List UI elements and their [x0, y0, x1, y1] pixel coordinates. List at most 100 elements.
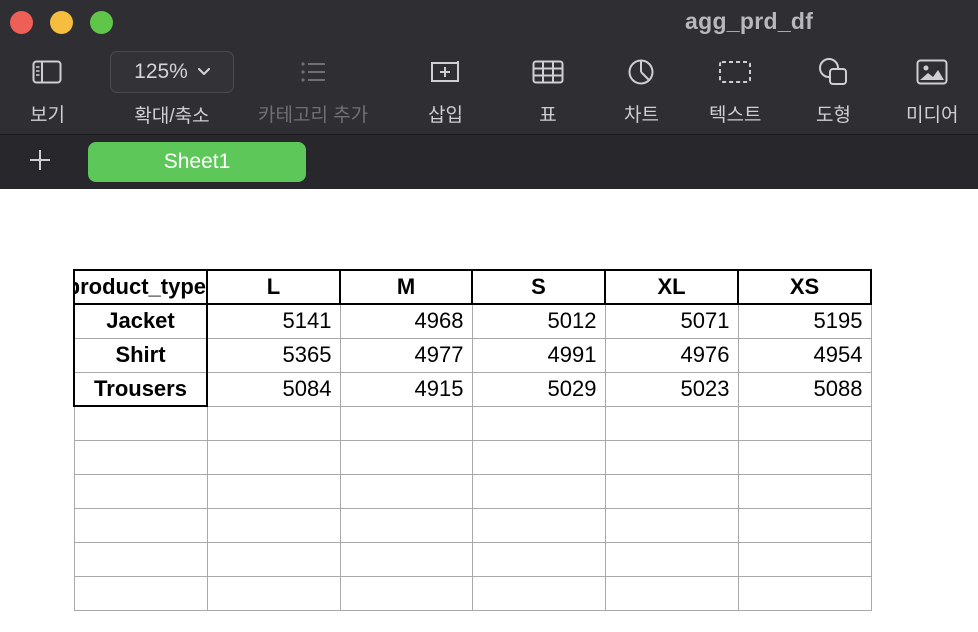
- empty-cell[interactable]: [206, 507, 341, 543]
- view-button[interactable]: 보기: [30, 52, 65, 127]
- plus-icon: [27, 150, 53, 177]
- empty-cell[interactable]: [471, 575, 606, 611]
- empty-cell[interactable]: [339, 541, 473, 577]
- empty-cell[interactable]: [73, 473, 208, 509]
- close-window-button[interactable]: [10, 11, 33, 34]
- empty-cell[interactable]: [604, 541, 739, 577]
- table-cell[interactable]: 5141: [206, 303, 341, 339]
- empty-cell[interactable]: [339, 439, 473, 475]
- table-cell[interactable]: 5365: [206, 337, 341, 373]
- empty-row: [73, 405, 872, 441]
- row-header-cell[interactable]: Shirt: [73, 337, 208, 373]
- header-cell[interactable]: S: [471, 269, 606, 305]
- empty-cell[interactable]: [737, 575, 872, 611]
- shape-label: 도형: [816, 105, 851, 126]
- table-cell[interactable]: 5088: [737, 371, 872, 407]
- text-label: 텍스트: [709, 105, 762, 126]
- add-category-button[interactable]: 카테고리 추가: [258, 52, 368, 127]
- view-label: 보기: [30, 105, 65, 126]
- empty-cell[interactable]: [471, 405, 606, 441]
- empty-cell[interactable]: [604, 473, 739, 509]
- table-icon: [532, 52, 564, 92]
- table-cell[interactable]: 4977: [339, 337, 473, 373]
- insert-button[interactable]: 삽입: [428, 52, 463, 127]
- textbox-icon: [718, 52, 752, 92]
- header-cell[interactable]: XL: [604, 269, 739, 305]
- add-sheet-button[interactable]: [27, 147, 53, 173]
- empty-cell[interactable]: [339, 405, 473, 441]
- table-cell[interactable]: 5084: [206, 371, 341, 407]
- table-cell[interactable]: 5029: [471, 371, 606, 407]
- empty-cell[interactable]: [206, 405, 341, 441]
- empty-cell[interactable]: [339, 575, 473, 611]
- chevron-down-icon: [197, 63, 210, 81]
- text-button[interactable]: 텍스트: [709, 52, 761, 127]
- shape-button[interactable]: 도형: [816, 52, 851, 127]
- zoom-value: 125%: [134, 60, 188, 83]
- maximize-window-button[interactable]: [90, 11, 113, 34]
- zoom-dropdown[interactable]: 125%: [110, 51, 234, 93]
- empty-cell[interactable]: [604, 575, 739, 611]
- empty-cell[interactable]: [339, 507, 473, 543]
- header-cell[interactable]: product_type: [73, 269, 208, 305]
- empty-cell[interactable]: [73, 541, 208, 577]
- table-cell[interactable]: 5195: [737, 303, 872, 339]
- empty-cell[interactable]: [471, 541, 606, 577]
- pie-chart-icon: [627, 52, 655, 92]
- empty-cell[interactable]: [206, 473, 341, 509]
- table-cell[interactable]: 4954: [737, 337, 872, 373]
- empty-cell[interactable]: [206, 541, 341, 577]
- row-header-cell[interactable]: Trousers: [73, 371, 208, 407]
- table-button[interactable]: 표: [532, 52, 564, 127]
- table-cell[interactable]: 4991: [471, 337, 606, 373]
- empty-cell[interactable]: [737, 541, 872, 577]
- empty-row: [73, 507, 872, 543]
- table-cell[interactable]: 4915: [339, 371, 473, 407]
- table-cell[interactable]: 4976: [604, 337, 739, 373]
- empty-cell[interactable]: [73, 507, 208, 543]
- empty-cell[interactable]: [73, 405, 208, 441]
- empty-cell[interactable]: [471, 507, 606, 543]
- table-label: 표: [539, 105, 557, 126]
- add-category-label: 카테고리 추가: [258, 105, 369, 126]
- empty-row: [73, 575, 872, 611]
- data-table[interactable]: product_type L M S XL XS Jacket 5141 496…: [73, 269, 872, 611]
- empty-cell[interactable]: [737, 439, 872, 475]
- empty-cell[interactable]: [339, 473, 473, 509]
- empty-cell[interactable]: [471, 439, 606, 475]
- empty-cell[interactable]: [471, 473, 606, 509]
- empty-cell[interactable]: [604, 439, 739, 475]
- table-cell[interactable]: 5023: [604, 371, 739, 407]
- header-cell[interactable]: XS: [737, 269, 872, 305]
- empty-cell[interactable]: [737, 405, 872, 441]
- window-title: agg_prd_df: [685, 8, 814, 34]
- header-cell[interactable]: L: [206, 269, 341, 305]
- empty-cell[interactable]: [604, 507, 739, 543]
- empty-row: [73, 439, 872, 475]
- empty-cell[interactable]: [604, 405, 739, 441]
- sheet-tab-sheet1[interactable]: Sheet1: [88, 142, 306, 182]
- header-cell-label: product_type: [75, 274, 206, 299]
- numbers-window: agg_prd_df 보기 125% 확대/축소 카테고리 추가 삽입 표 차트…: [0, 0, 978, 632]
- media-label: 미디어: [906, 105, 959, 126]
- empty-cell[interactable]: [73, 439, 208, 475]
- minimize-window-button[interactable]: [50, 11, 73, 34]
- table-cell[interactable]: 5071: [604, 303, 739, 339]
- empty-cell[interactable]: [737, 473, 872, 509]
- empty-cell[interactable]: [73, 575, 208, 611]
- header-cell[interactable]: M: [339, 269, 473, 305]
- empty-cell[interactable]: [737, 507, 872, 543]
- empty-cell[interactable]: [206, 439, 341, 475]
- row-header-cell[interactable]: Jacket: [73, 303, 208, 339]
- chart-button[interactable]: 차트: [624, 52, 659, 127]
- sheet-tab-bar: Sheet1: [0, 135, 978, 189]
- empty-cell[interactable]: [206, 575, 341, 611]
- table-cell[interactable]: 5012: [471, 303, 606, 339]
- table-cell[interactable]: 4968: [339, 303, 473, 339]
- sidebar-icon: [32, 52, 62, 92]
- header-row: product_type L M S XL XS: [73, 269, 872, 305]
- table-row: Shirt 5365 4977 4991 4976 4954: [73, 337, 872, 373]
- list-icon: [299, 52, 327, 92]
- insert-icon: [428, 52, 462, 92]
- media-button[interactable]: 미디어: [906, 52, 958, 127]
